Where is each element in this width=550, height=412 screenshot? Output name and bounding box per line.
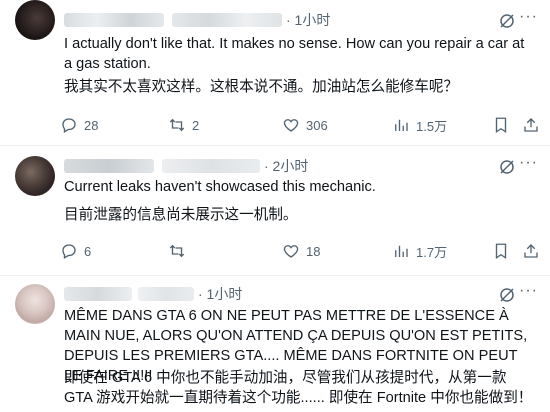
tweet-2[interactable]: · 2小时 ··· Current leaks haven't showcase… xyxy=(0,146,550,276)
reply-count: 28 xyxy=(84,117,99,133)
share-icon xyxy=(524,118,538,132)
reply-icon xyxy=(62,244,76,259)
reply-icon xyxy=(62,118,76,133)
tweet-1[interactable]: · 1小时 ··· I actually don't like that. It… xyxy=(0,0,550,146)
retweet-icon xyxy=(169,118,185,132)
reply-button[interactable]: 28 xyxy=(60,116,98,134)
views-count: 1.5万 xyxy=(416,118,448,134)
tweet-text: Current leaks haven't showcased this mec… xyxy=(64,179,376,195)
heart-icon xyxy=(283,245,299,258)
share-button[interactable] xyxy=(522,242,540,260)
tweet-header: · 1小时 xyxy=(64,284,242,304)
views-button[interactable]: 1.5万 xyxy=(392,116,447,135)
avatar[interactable] xyxy=(15,0,55,40)
tweet-translation: 我其实不太喜欢这样。这根本说不通。加油站怎么能修车呢？ xyxy=(64,79,459,95)
user-handle[interactable] xyxy=(172,13,282,27)
tweet-3[interactable]: · 1小时 ··· MÊME DANS GTA 6 ON NE PEUT PAS… xyxy=(0,276,550,412)
more-icon[interactable]: ··· xyxy=(519,154,538,172)
user-handle[interactable] xyxy=(138,287,194,301)
retweet-button[interactable]: 2 xyxy=(168,116,199,134)
like-count: 18 xyxy=(306,243,321,259)
tweet-translation: 目前泄露的信息尚未展示这一机制。 xyxy=(64,207,298,223)
grok-icon[interactable] xyxy=(498,286,516,304)
views-count: 1.7万 xyxy=(416,244,448,260)
grok-icon[interactable] xyxy=(498,158,516,176)
tweet-actions: 6 18 1.7万 xyxy=(60,241,540,261)
more-icon[interactable]: ··· xyxy=(519,8,538,26)
like-button[interactable]: 306 xyxy=(282,116,328,134)
like-count: 306 xyxy=(306,117,328,133)
bookmark-icon xyxy=(495,243,507,260)
user-handle[interactable] xyxy=(162,159,260,173)
like-button[interactable]: 18 xyxy=(282,242,320,260)
views-icon xyxy=(395,245,408,257)
tweet-time[interactable]: · 1小时 xyxy=(286,10,330,30)
tweet-actions: 28 2 306 1.5万 xyxy=(60,115,540,135)
tweet-header: · 1小时 xyxy=(64,10,330,30)
heart-icon xyxy=(283,119,299,132)
views-icon xyxy=(395,119,408,131)
tweet-time[interactable]: · 1小时 xyxy=(198,284,242,304)
reply-count: 6 xyxy=(84,243,92,259)
bookmark-button[interactable] xyxy=(492,116,510,134)
more-icon[interactable]: ··· xyxy=(519,282,538,300)
retweet-icon xyxy=(169,244,185,258)
tweet-translation: 即使在 GTA 6 中你也不能手动加油，尽管我们从孩提时代，从第一款 GTA 游… xyxy=(64,370,533,406)
avatar[interactable] xyxy=(15,284,55,324)
display-name[interactable] xyxy=(64,13,164,27)
bookmark-icon xyxy=(495,117,507,134)
views-button[interactable]: 1.7万 xyxy=(392,242,447,261)
reply-button[interactable]: 6 xyxy=(60,242,91,260)
tweet-header: · 2小时 xyxy=(64,156,308,176)
avatar[interactable] xyxy=(15,156,55,196)
tweet-text: I actually don't like that. It makes no … xyxy=(64,36,525,72)
share-button[interactable] xyxy=(522,116,540,134)
display-name[interactable] xyxy=(64,287,132,301)
retweet-count: 2 xyxy=(192,117,200,133)
bookmark-button[interactable] xyxy=(492,242,510,260)
display-name[interactable] xyxy=(64,159,154,173)
retweet-button[interactable] xyxy=(168,242,192,260)
grok-icon[interactable] xyxy=(498,12,516,30)
share-icon xyxy=(524,244,538,258)
tweet-time[interactable]: · 2小时 xyxy=(264,156,308,176)
